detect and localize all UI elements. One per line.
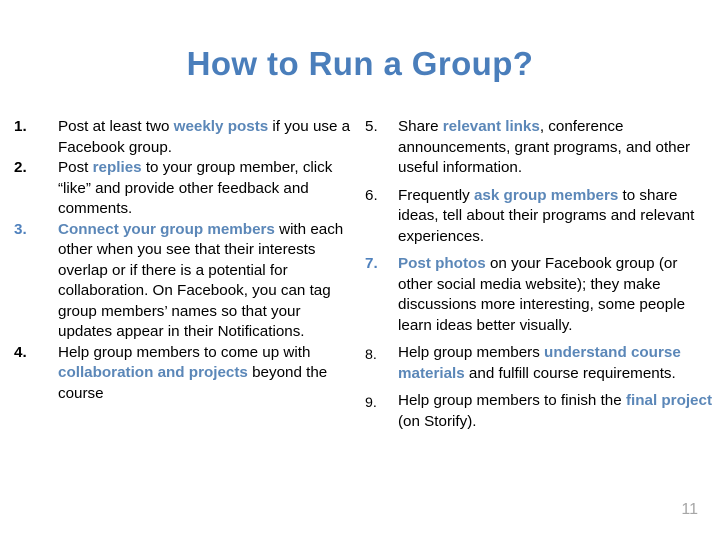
page-number: 11	[681, 501, 698, 518]
page-title: How to Run a Group?	[186, 45, 534, 82]
list-item: 5. Share relevant links, conference annou…	[365, 117, 713, 179]
list-item: 4. Help group members to come up with col…	[14, 343, 354, 405]
text-run: Share	[398, 118, 443, 135]
text-run: Help group members to come up with	[58, 343, 311, 361]
text-run: Post at least two	[58, 118, 174, 135]
list-item-number: 5.	[365, 118, 378, 135]
text-run: Post	[58, 159, 93, 176]
list-item: 8. Help group members understand course m…	[365, 343, 713, 384]
text-run: Help group members to finish the	[398, 392, 626, 409]
list-item-number: 1.	[14, 118, 27, 135]
text-run: Help group members	[398, 344, 545, 361]
highlighted-phrase: final project	[625, 392, 713, 409]
list-item-text: Help group members to finish the final p…	[398, 391, 713, 432]
list-item: 7. Post photos on your Facebook group (or…	[365, 254, 713, 336]
list-item-number: 7.	[365, 255, 378, 272]
list-item-number: 6.	[365, 186, 378, 204]
highlighted-phrase: replies	[92, 159, 142, 176]
highlighted-phrase: Connect your group members	[58, 220, 275, 238]
highlighted-phrase: relevant links	[442, 118, 540, 135]
list-column-left: 1. Post at least two weekly posts if you …	[14, 117, 354, 404]
list-item-text: Post photos on your Facebook group (or o…	[398, 254, 713, 336]
highlighted-phrase: Post photos	[398, 255, 486, 272]
text-run: Frequently	[398, 186, 474, 204]
list-item-text: Connect your group members with each oth…	[58, 220, 354, 343]
text-run: with each other when you see that their …	[58, 220, 344, 341]
list-item-number: 4.	[14, 343, 27, 361]
list-item-text: Help group members to come up with colla…	[58, 343, 354, 405]
list-item: 1. Post at least two weekly posts if you …	[14, 117, 354, 158]
list-item-text: Post at least two weekly posts if you us…	[58, 117, 354, 158]
text-run: and fulfill course requirements.	[464, 364, 676, 382]
list-item: 3. Connect your group members with each o…	[14, 220, 354, 343]
highlighted-phrase: ask group members	[473, 186, 619, 204]
list-item-text: Help group members understand course mat…	[398, 343, 713, 384]
list-item-number: 3.	[14, 220, 27, 238]
list-item: 6. Frequently ask group members to share …	[365, 186, 713, 248]
list-item-number: 2.	[14, 159, 27, 176]
highlighted-phrase: weekly posts	[173, 118, 269, 135]
list-item-number: 9.	[365, 395, 377, 411]
text-run: (on Storify).	[398, 412, 477, 430]
list-item-text: Frequently ask group members to share id…	[398, 186, 713, 248]
slide-canvas: How to Run a Group? 1. Post at least two …	[0, 0, 720, 540]
list-column-right: 5. Share relevant links, conference annou…	[365, 117, 713, 439]
highlighted-phrase: collaboration and projects	[58, 364, 248, 381]
list-item-number: 8.	[365, 347, 377, 363]
list-item: 9. Help group members to finish the final…	[365, 391, 713, 432]
list-item-text: Post replies to your group member, click…	[58, 158, 354, 220]
list-item-text: Share relevant links, conference announc…	[398, 117, 713, 179]
list-item: 2. Post replies to your group member, cli…	[14, 158, 354, 220]
